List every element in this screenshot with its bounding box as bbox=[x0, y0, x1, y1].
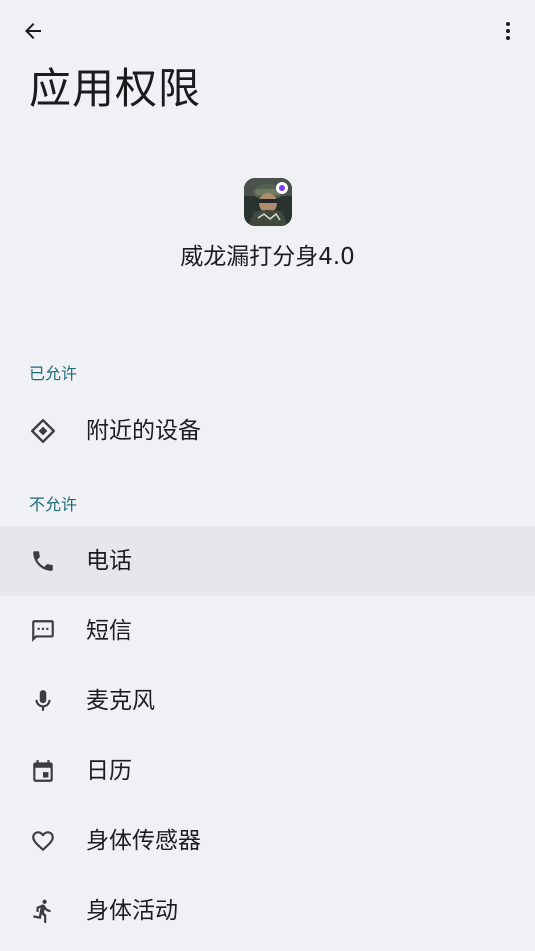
nearby-devices-icon bbox=[29, 417, 57, 445]
back-button[interactable] bbox=[10, 10, 56, 56]
permission-label: 麦克风 bbox=[86, 688, 155, 714]
permission-label: 短信 bbox=[86, 618, 132, 644]
permission-item-microphone[interactable]: 麦克风 bbox=[0, 666, 535, 736]
permission-item-phone[interactable]: 电话 bbox=[0, 526, 535, 596]
section-label-denied: 不允许 bbox=[29, 495, 78, 514]
app-name: 威龙漏打分身4.0 bbox=[180, 244, 355, 270]
page-title: 应用权限 bbox=[29, 64, 202, 113]
calendar-icon bbox=[29, 757, 57, 785]
phone-icon bbox=[29, 547, 57, 575]
app-icon bbox=[243, 178, 292, 226]
permission-label: 附近的设备 bbox=[86, 418, 201, 444]
microphone-icon bbox=[29, 687, 57, 715]
permission-item-sms[interactable]: 短信 bbox=[0, 596, 535, 666]
permission-label: 电话 bbox=[86, 548, 132, 574]
permission-item-calendar[interactable]: 日历 bbox=[0, 736, 535, 806]
more-vert-icon bbox=[496, 19, 520, 47]
section-label-allowed: 已允许 bbox=[29, 364, 78, 383]
permission-label: 身体活动 bbox=[86, 898, 178, 924]
more-options-button[interactable] bbox=[485, 10, 531, 56]
app-header: 威龙漏打分身4.0 bbox=[0, 178, 535, 272]
permission-label: 身体传感器 bbox=[86, 828, 201, 854]
walking-icon bbox=[29, 897, 57, 925]
sms-icon bbox=[29, 617, 57, 645]
arrow-back-icon bbox=[21, 19, 45, 47]
heart-icon bbox=[29, 827, 57, 855]
permission-item-physical-activity[interactable]: 身体活动 bbox=[0, 876, 535, 946]
top-app-bar bbox=[0, 0, 535, 66]
permission-label: 日历 bbox=[86, 758, 132, 784]
permission-item-body-sensors[interactable]: 身体传感器 bbox=[0, 806, 535, 876]
permission-item-nearby-devices[interactable]: 附近的设备 bbox=[0, 396, 535, 466]
